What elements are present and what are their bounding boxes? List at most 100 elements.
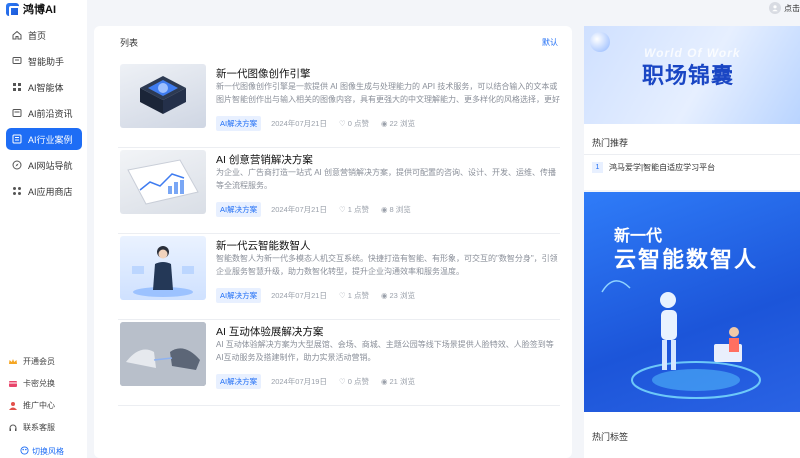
article-list-panel: 列表 默认 新一代图像创作引擎 新一代图像创作引擎是一款提供 AI 图像生成与处… [94, 26, 572, 458]
article-date: 2024年07月19日 [271, 377, 327, 386]
like-icon: ♡ [338, 119, 346, 128]
hot-tags-box: 热门标签 [584, 412, 800, 458]
sort-default-button[interactable]: 默认 [542, 37, 558, 48]
article-meta: AI解决方案 2024年07月19日 ♡ 0 点赞 ◉ 21 浏览 [216, 374, 427, 389]
article-tag[interactable]: AI解决方案 [216, 374, 262, 389]
eye-icon: ◉ [380, 205, 388, 214]
views-value: 22 浏览 [389, 119, 415, 128]
article-meta: AI解决方案 2024年07月21日 ♡ 1 点赞 ◉ 23 浏览 [216, 288, 427, 303]
support-link[interactable]: 联系客服 [8, 420, 82, 435]
article-title[interactable]: 新一代云智能数智人 [216, 238, 311, 253]
robot-illustration [601, 280, 761, 399]
sidebar: 鸿博AI 首页 智能助手 AI智能体 AI前沿资讯 AI行业案例 AI网站导航 … [0, 0, 87, 458]
hot-recommend-item[interactable]: 1 鸿马爱学|智能自适应学习平台 [592, 162, 715, 173]
hot-recommend-box: 热门推荐 1 鸿马爱学|智能自适应学习平台 [584, 124, 800, 190]
nav-item-directory[interactable]: AI网站导航 [6, 154, 82, 176]
main-nav: 首页 智能助手 AI智能体 AI前沿资讯 AI行业案例 AI网站导航 AI应用商… [6, 24, 82, 206]
article-tag[interactable]: AI解决方案 [216, 116, 262, 131]
divider [584, 154, 800, 155]
article-item[interactable]: 新一代图像创作引擎 新一代图像创作引擎是一款提供 AI 图像生成与处理能力的 A… [118, 64, 560, 148]
support-label: 联系客服 [23, 423, 55, 432]
likes-count: ♡ 0 点赞 [339, 118, 369, 129]
article-thumbnail [120, 150, 206, 214]
likes-value: 1 点赞 [347, 291, 369, 300]
card-icon [8, 379, 18, 389]
nav-item-cases[interactable]: AI行业案例 [6, 128, 82, 150]
views-value: 23 浏览 [389, 291, 415, 300]
theme-toggle[interactable]: 切换风格 [20, 446, 64, 457]
brand-logo-icon [6, 2, 20, 17]
article-item[interactable]: AI 互动体验展解决方案 AI 互动体验解决方案为大型展馆、会场、商城、主题公园… [118, 322, 560, 406]
article-meta: AI解决方案 2024年07月21日 ♡ 1 点赞 ◉ 8 浏览 [216, 202, 423, 217]
likes-value: 0 点赞 [347, 377, 369, 386]
eye-icon: ◉ [380, 291, 388, 300]
nav-label: 首页 [28, 30, 47, 41]
like-icon: ♡ [338, 377, 346, 386]
article-description: AI 互动体验解决方案为大型展馆、会场、商城、主题公园等线下场景提供人脸特效、人… [216, 340, 554, 362]
membership-label: 开通会员 [23, 357, 55, 366]
article-title[interactable]: AI 创意营销解决方案 [216, 152, 313, 167]
login-label: 点击 [784, 3, 800, 13]
promotion-link[interactable]: 推广中心 [8, 398, 82, 413]
views-count: ◉ 23 浏览 [381, 290, 415, 301]
article-tag[interactable]: AI解决方案 [216, 202, 262, 217]
redeem-card-link[interactable]: 卡密兑换 [8, 376, 82, 391]
nav-item-agents[interactable]: AI智能体 [6, 76, 82, 98]
views-count: ◉ 22 浏览 [381, 118, 415, 129]
compass-icon [12, 160, 22, 170]
promotion-label: 推广中心 [23, 401, 55, 410]
theme-toggle-label: 切换风格 [32, 447, 64, 456]
brand[interactable]: 鸿博AI [6, 0, 56, 18]
banner-title: 职场锦囊 [642, 63, 735, 88]
article-description: 新一代图像创作引擎是一款提供 AI 图像生成与处理能力的 API 技术服务，可以… [216, 82, 560, 104]
likes-count: ♡ 1 点赞 [339, 290, 369, 301]
article-title[interactable]: 新一代图像创作引擎 [216, 66, 311, 81]
hot-item-label: 鸿马爱学|智能自适应学习平台 [609, 163, 716, 172]
article-thumbnail [120, 64, 206, 128]
nav-item-app-store[interactable]: AI应用商店 [6, 180, 82, 202]
likes-count: ♡ 0 点赞 [339, 376, 369, 387]
article-item[interactable]: AI 创意营销解决方案 为企业、广告商打造一站式 AI 创意营销解决方案，提供可… [118, 150, 560, 234]
views-count: ◉ 21 浏览 [381, 376, 415, 387]
nav-item-assistant[interactable]: 智能助手 [6, 50, 82, 72]
user-login[interactable]: 点击 [769, 0, 800, 16]
crown-icon [8, 357, 18, 367]
article-date: 2024年07月21日 [271, 205, 327, 214]
apps-icon [12, 186, 22, 196]
article-tag[interactable]: AI解决方案 [216, 288, 262, 303]
home-icon [12, 30, 22, 40]
hot-recommend-title: 热门推荐 [592, 138, 629, 148]
nav-label: AI前沿资讯 [28, 108, 73, 119]
article-item[interactable]: 新一代云智能数智人 智能数智人为新一代多模态人机交互系统。快捷打造有智能、有形象… [118, 236, 560, 320]
avatar-icon [769, 2, 781, 14]
likes-count: ♡ 1 点赞 [339, 204, 369, 215]
rank-badge: 1 [592, 162, 603, 173]
promo-icon [8, 401, 18, 411]
article-description: 为企业、广告商打造一站式 AI 创意营销解决方案，提供可配置的咨询、设计、开发、… [216, 168, 556, 190]
case-icon [12, 134, 22, 144]
digital-human-banner[interactable]: 新一代 云智能数智人 [584, 192, 800, 412]
nav-label: AI行业案例 [28, 134, 73, 145]
article-description: 智能数智人为新一代多模态人机交互系统。快捷打造有智能、有形象，可交互的"数智分身… [216, 254, 558, 276]
career-tips-banner[interactable]: World Of Work 职场锦囊 [584, 26, 800, 124]
eye-icon: ◉ [380, 119, 388, 128]
article-date: 2024年07月21日 [271, 119, 327, 128]
views-value: 8 浏览 [389, 205, 411, 214]
article-thumbnail [120, 236, 206, 300]
nav-label: AI网站导航 [28, 160, 73, 171]
decorative-orb-icon [590, 32, 610, 52]
bottom-nav: 开通会员 卡密兑换 推广中心 联系客服 [8, 354, 82, 442]
redeem-card-label: 卡密兑换 [23, 379, 55, 388]
like-icon: ♡ [338, 291, 346, 300]
nav-label: AI应用商店 [28, 186, 73, 197]
article-meta: AI解决方案 2024年07月21日 ♡ 0 点赞 ◉ 22 浏览 [216, 116, 427, 131]
membership-link[interactable]: 开通会员 [8, 354, 82, 369]
views-value: 21 浏览 [389, 377, 415, 386]
likes-value: 1 点赞 [347, 205, 369, 214]
like-icon: ♡ [338, 205, 346, 214]
nav-item-news[interactable]: AI前沿资讯 [6, 102, 82, 124]
nav-item-home[interactable]: 首页 [6, 24, 82, 46]
brand-name: 鸿博AI [23, 4, 56, 16]
nav-label: 智能助手 [28, 56, 65, 67]
article-title[interactable]: AI 互动体验展解决方案 [216, 324, 323, 339]
